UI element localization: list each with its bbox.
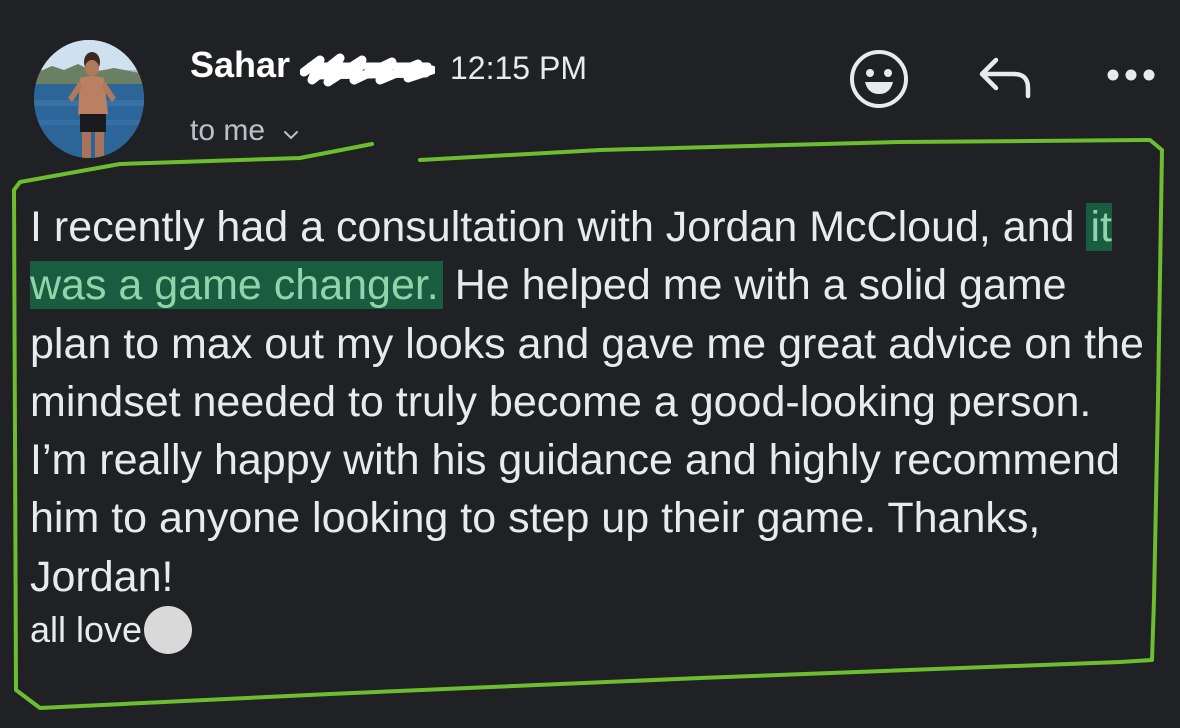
redaction-circle	[144, 606, 193, 654]
body-text-start: I recently had a consultation with Jorda…	[30, 203, 1087, 251]
body-text-end: He helped me with a solid game plan to m…	[30, 261, 1144, 601]
email-body: I recently had a consultation with Jorda…	[30, 198, 1150, 606]
email-signoff: all love	[30, 606, 193, 654]
signoff-text: all love	[30, 609, 143, 650]
